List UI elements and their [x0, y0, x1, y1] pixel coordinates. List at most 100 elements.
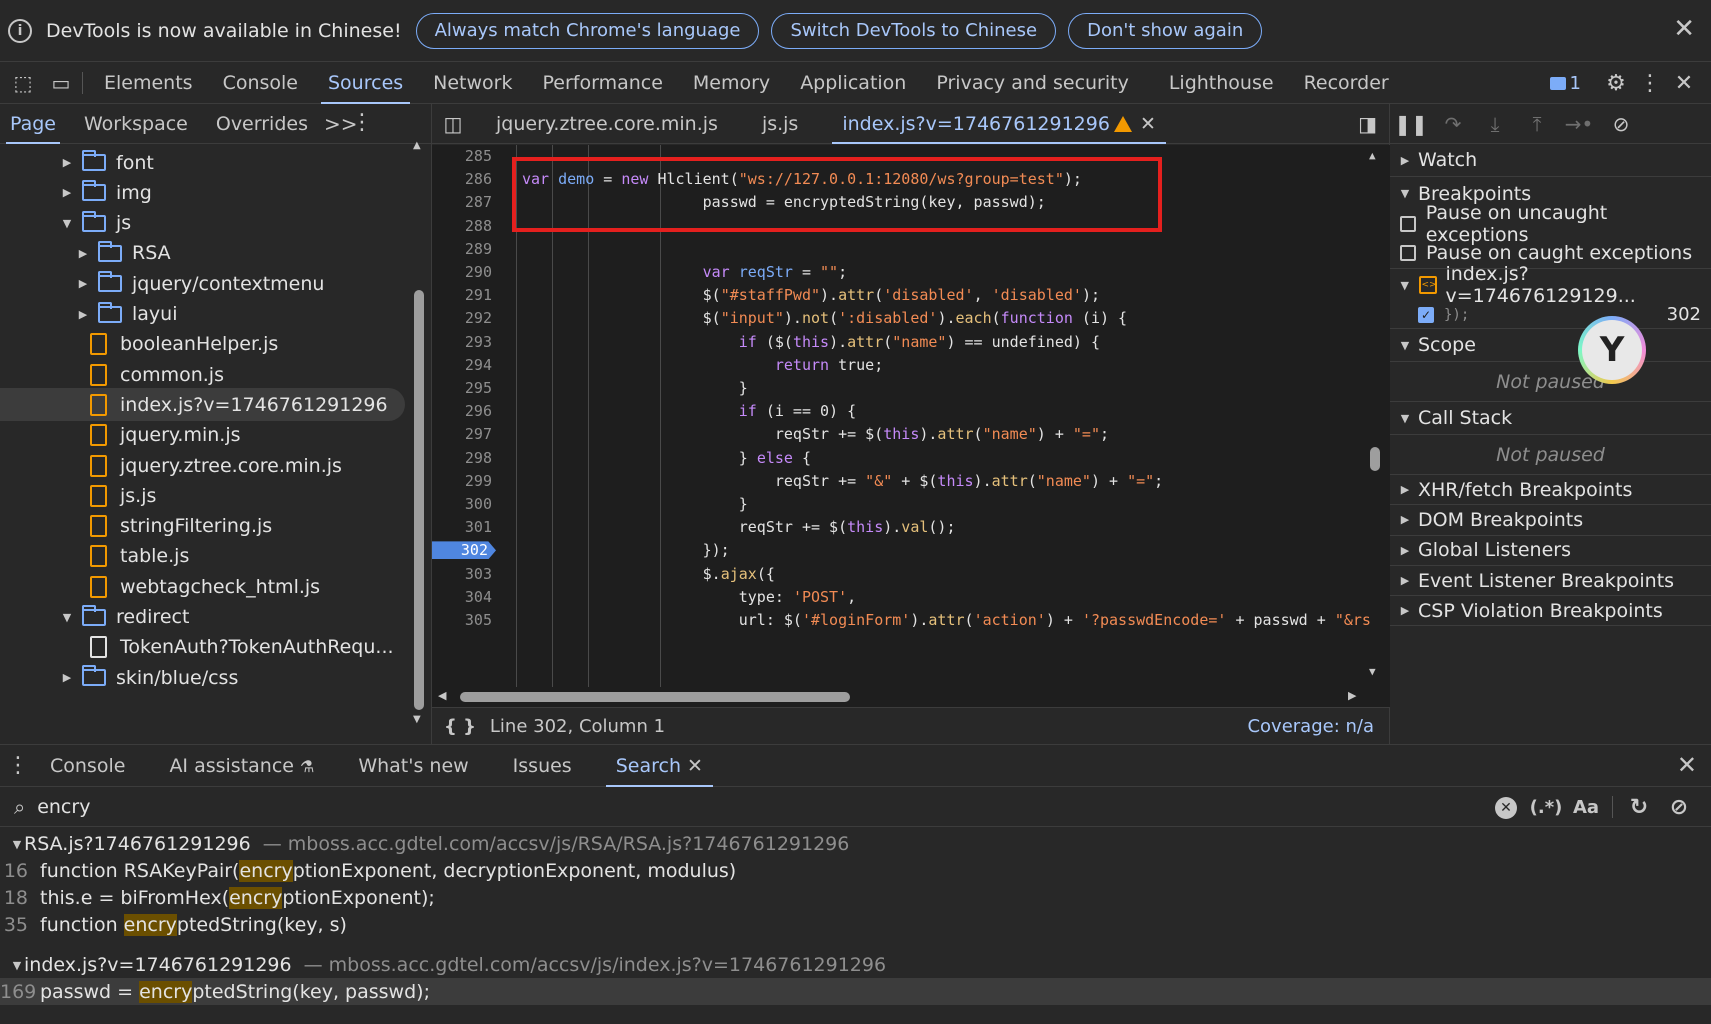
- refresh-icon[interactable]: ↻: [1619, 795, 1659, 820]
- breakpoint-file-row[interactable]: ▼ <> index.js?v=174676129129...: [1390, 263, 1711, 307]
- inspect-element-icon[interactable]: ⬚: [8, 68, 38, 98]
- section-csp-violation-breakpoints[interactable]: ▶ CSP Violation Breakpoints: [1390, 596, 1711, 627]
- drawer-tab-ai[interactable]: AI assistance ⚗: [147, 745, 336, 787]
- floating-assistant-avatar[interactable]: Y: [1578, 316, 1646, 384]
- line-number[interactable]: 285: [432, 147, 492, 165]
- tree-folder[interactable]: ▼ redirect: [0, 601, 405, 634]
- match-case-toggle[interactable]: Aa: [1566, 797, 1606, 818]
- result-file-header[interactable]: ▼ RSA.js?1746761291296 — mboss.acc.gdtel.c…: [0, 831, 1711, 857]
- issues-counter[interactable]: 1: [1549, 73, 1581, 94]
- line-number[interactable]: 298: [432, 449, 492, 467]
- tree-file[interactable]: TokenAuth?TokenAuthRequ...: [0, 631, 405, 664]
- tab-privacy-and-security[interactable]: Privacy and security: [921, 62, 1143, 104]
- line-number[interactable]: 296: [432, 402, 492, 420]
- settings-gear-icon[interactable]: ⚙: [1599, 71, 1633, 96]
- step-into-icon[interactable]: ⤓: [1474, 112, 1516, 136]
- deactivate-breakpoints-icon[interactable]: ⊘: [1600, 112, 1642, 136]
- step-icon[interactable]: →•: [1558, 112, 1600, 136]
- expand-arrow-icon[interactable]: ▶: [58, 671, 76, 684]
- line-number[interactable]: 286: [432, 170, 492, 188]
- result-file-header[interactable]: ▼ index.js?v=1746761291296 — mboss.acc.gdt…: [0, 952, 1711, 978]
- callstack-section[interactable]: ▼ Call Stack: [1390, 402, 1711, 435]
- tab-sources[interactable]: Sources: [313, 62, 418, 104]
- section-event-listener-breakpoints[interactable]: ▶ Event Listener Breakpoints: [1390, 565, 1711, 597]
- line-number[interactable]: 305: [432, 611, 492, 629]
- pause-icon[interactable]: ❚❚: [1390, 112, 1432, 136]
- switch-to-chinese-button[interactable]: Switch DevTools to Chinese: [771, 12, 1057, 49]
- device-toolbar-icon[interactable]: ▭: [46, 68, 76, 98]
- close-drawer-icon[interactable]: ✕: [1677, 751, 1697, 779]
- section-xhr-fetch-breakpoints[interactable]: ▶ XHR/fetch Breakpoints: [1390, 475, 1711, 506]
- tab-lighthouse[interactable]: Lighthouse: [1154, 62, 1289, 104]
- navigator-scrollbar[interactable]: ▲ ▼: [413, 140, 424, 726]
- tab-workspace[interactable]: Workspace: [74, 104, 198, 144]
- line-number[interactable]: 290: [432, 263, 492, 281]
- tab-console[interactable]: Console: [208, 62, 313, 104]
- close-tab-icon[interactable]: ✕: [687, 755, 703, 777]
- line-number[interactable]: 293: [432, 333, 492, 351]
- line-number[interactable]: 292: [432, 309, 492, 327]
- scrollbar-thumb[interactable]: [460, 692, 850, 702]
- tree-file[interactable]: jquery.min.js: [0, 419, 405, 452]
- line-number[interactable]: 299: [432, 472, 492, 490]
- tab-recorder[interactable]: Recorder: [1289, 62, 1404, 104]
- expand-arrow-icon[interactable]: ▶: [58, 156, 76, 169]
- line-number[interactable]: 294: [432, 356, 492, 374]
- tree-folder[interactable]: ▶ layui: [0, 298, 405, 331]
- drawer-menu-icon[interactable]: ⋮: [0, 753, 36, 778]
- close-devtools-icon[interactable]: ✕: [1667, 71, 1701, 96]
- expand-arrow-icon[interactable]: ▶: [74, 247, 92, 260]
- tree-file[interactable]: js.js: [0, 479, 405, 512]
- result-line[interactable]: 18 this.e = biFromHex(encryptionExponent)…: [0, 884, 1711, 911]
- expand-arrow-icon[interactable]: ▶: [74, 277, 92, 290]
- tab-memory[interactable]: Memory: [678, 62, 785, 104]
- tree-folder[interactable]: ▶ font: [0, 146, 405, 179]
- line-number[interactable]: 289: [432, 240, 492, 258]
- tab-application[interactable]: Application: [785, 62, 921, 104]
- tree-file[interactable]: common.js: [0, 358, 405, 391]
- tree-file[interactable]: table.js: [0, 540, 405, 573]
- more-options-icon[interactable]: ⋮: [1633, 71, 1667, 96]
- line-number[interactable]: 291: [432, 286, 492, 304]
- scroll-up-arrow-icon[interactable]: ▲: [413, 140, 421, 151]
- tree-folder[interactable]: ▶ RSA: [0, 237, 405, 270]
- regex-toggle[interactable]: (.*): [1526, 797, 1566, 818]
- scroll-up-arrow-icon[interactable]: ▲: [1369, 149, 1376, 162]
- watch-section[interactable]: ▶ Watch: [1390, 144, 1711, 177]
- tree-folder[interactable]: ▶ img: [0, 176, 405, 209]
- section-global-listeners[interactable]: ▶ Global Listeners: [1390, 535, 1711, 566]
- toggle-debugger-icon[interactable]: ◨: [1358, 112, 1377, 136]
- tree-folder[interactable]: ▶ skin/blue/css: [0, 661, 405, 694]
- checkbox-checked[interactable]: ✓: [1418, 306, 1434, 323]
- drawer-tab-console[interactable]: Console: [36, 745, 147, 787]
- result-line[interactable]: 169 passwd = encryptedString(key, passwd)…: [0, 978, 1711, 1005]
- scroll-down-arrow-icon[interactable]: ▼: [413, 714, 421, 725]
- tab-overrides[interactable]: Overrides: [206, 104, 318, 144]
- line-number[interactable]: 303: [432, 565, 492, 583]
- scrollbar-thumb[interactable]: [1370, 447, 1380, 471]
- tree-folder[interactable]: ▶ jquery/contextmenu: [0, 267, 405, 300]
- line-number[interactable]: 300: [432, 495, 492, 513]
- close-tab-icon[interactable]: ✕: [1140, 113, 1156, 135]
- line-number[interactable]: 301: [432, 518, 492, 536]
- editor-tab-jsjs[interactable]: js.js: [740, 104, 820, 144]
- tree-file[interactable]: index.js?v=1746761291296: [0, 388, 405, 422]
- scope-section[interactable]: ▼ Scope: [1390, 329, 1711, 362]
- result-line[interactable]: 16 function RSAKeyPair(encryptionExponent…: [0, 857, 1711, 884]
- close-icon[interactable]: ✕: [1673, 14, 1695, 44]
- expand-arrow-icon[interactable]: ▶: [74, 308, 92, 321]
- dont-show-again-button[interactable]: Don't show again: [1068, 12, 1263, 49]
- toggle-navigator-icon[interactable]: ◫: [432, 112, 474, 136]
- pretty-print-icon[interactable]: { }: [444, 716, 476, 737]
- line-number[interactable]: 287: [432, 193, 492, 211]
- tab-network[interactable]: Network: [418, 62, 527, 104]
- editor-tab-ztree[interactable]: jquery.ztree.core.min.js: [474, 104, 740, 144]
- result-line[interactable]: 35 function encryptedString(key, s): [0, 911, 1711, 938]
- scroll-right-arrow-icon[interactable]: ▶: [1348, 689, 1356, 702]
- tree-file[interactable]: stringFiltering.js: [0, 510, 405, 543]
- tab-elements[interactable]: Elements: [89, 62, 208, 104]
- breakpoint-entry[interactable]: ✓}); 302: [1390, 301, 1711, 329]
- scroll-left-arrow-icon[interactable]: ◀: [438, 689, 446, 702]
- breakpoint-line-marker[interactable]: 302: [432, 541, 496, 560]
- line-number[interactable]: 288: [432, 217, 492, 235]
